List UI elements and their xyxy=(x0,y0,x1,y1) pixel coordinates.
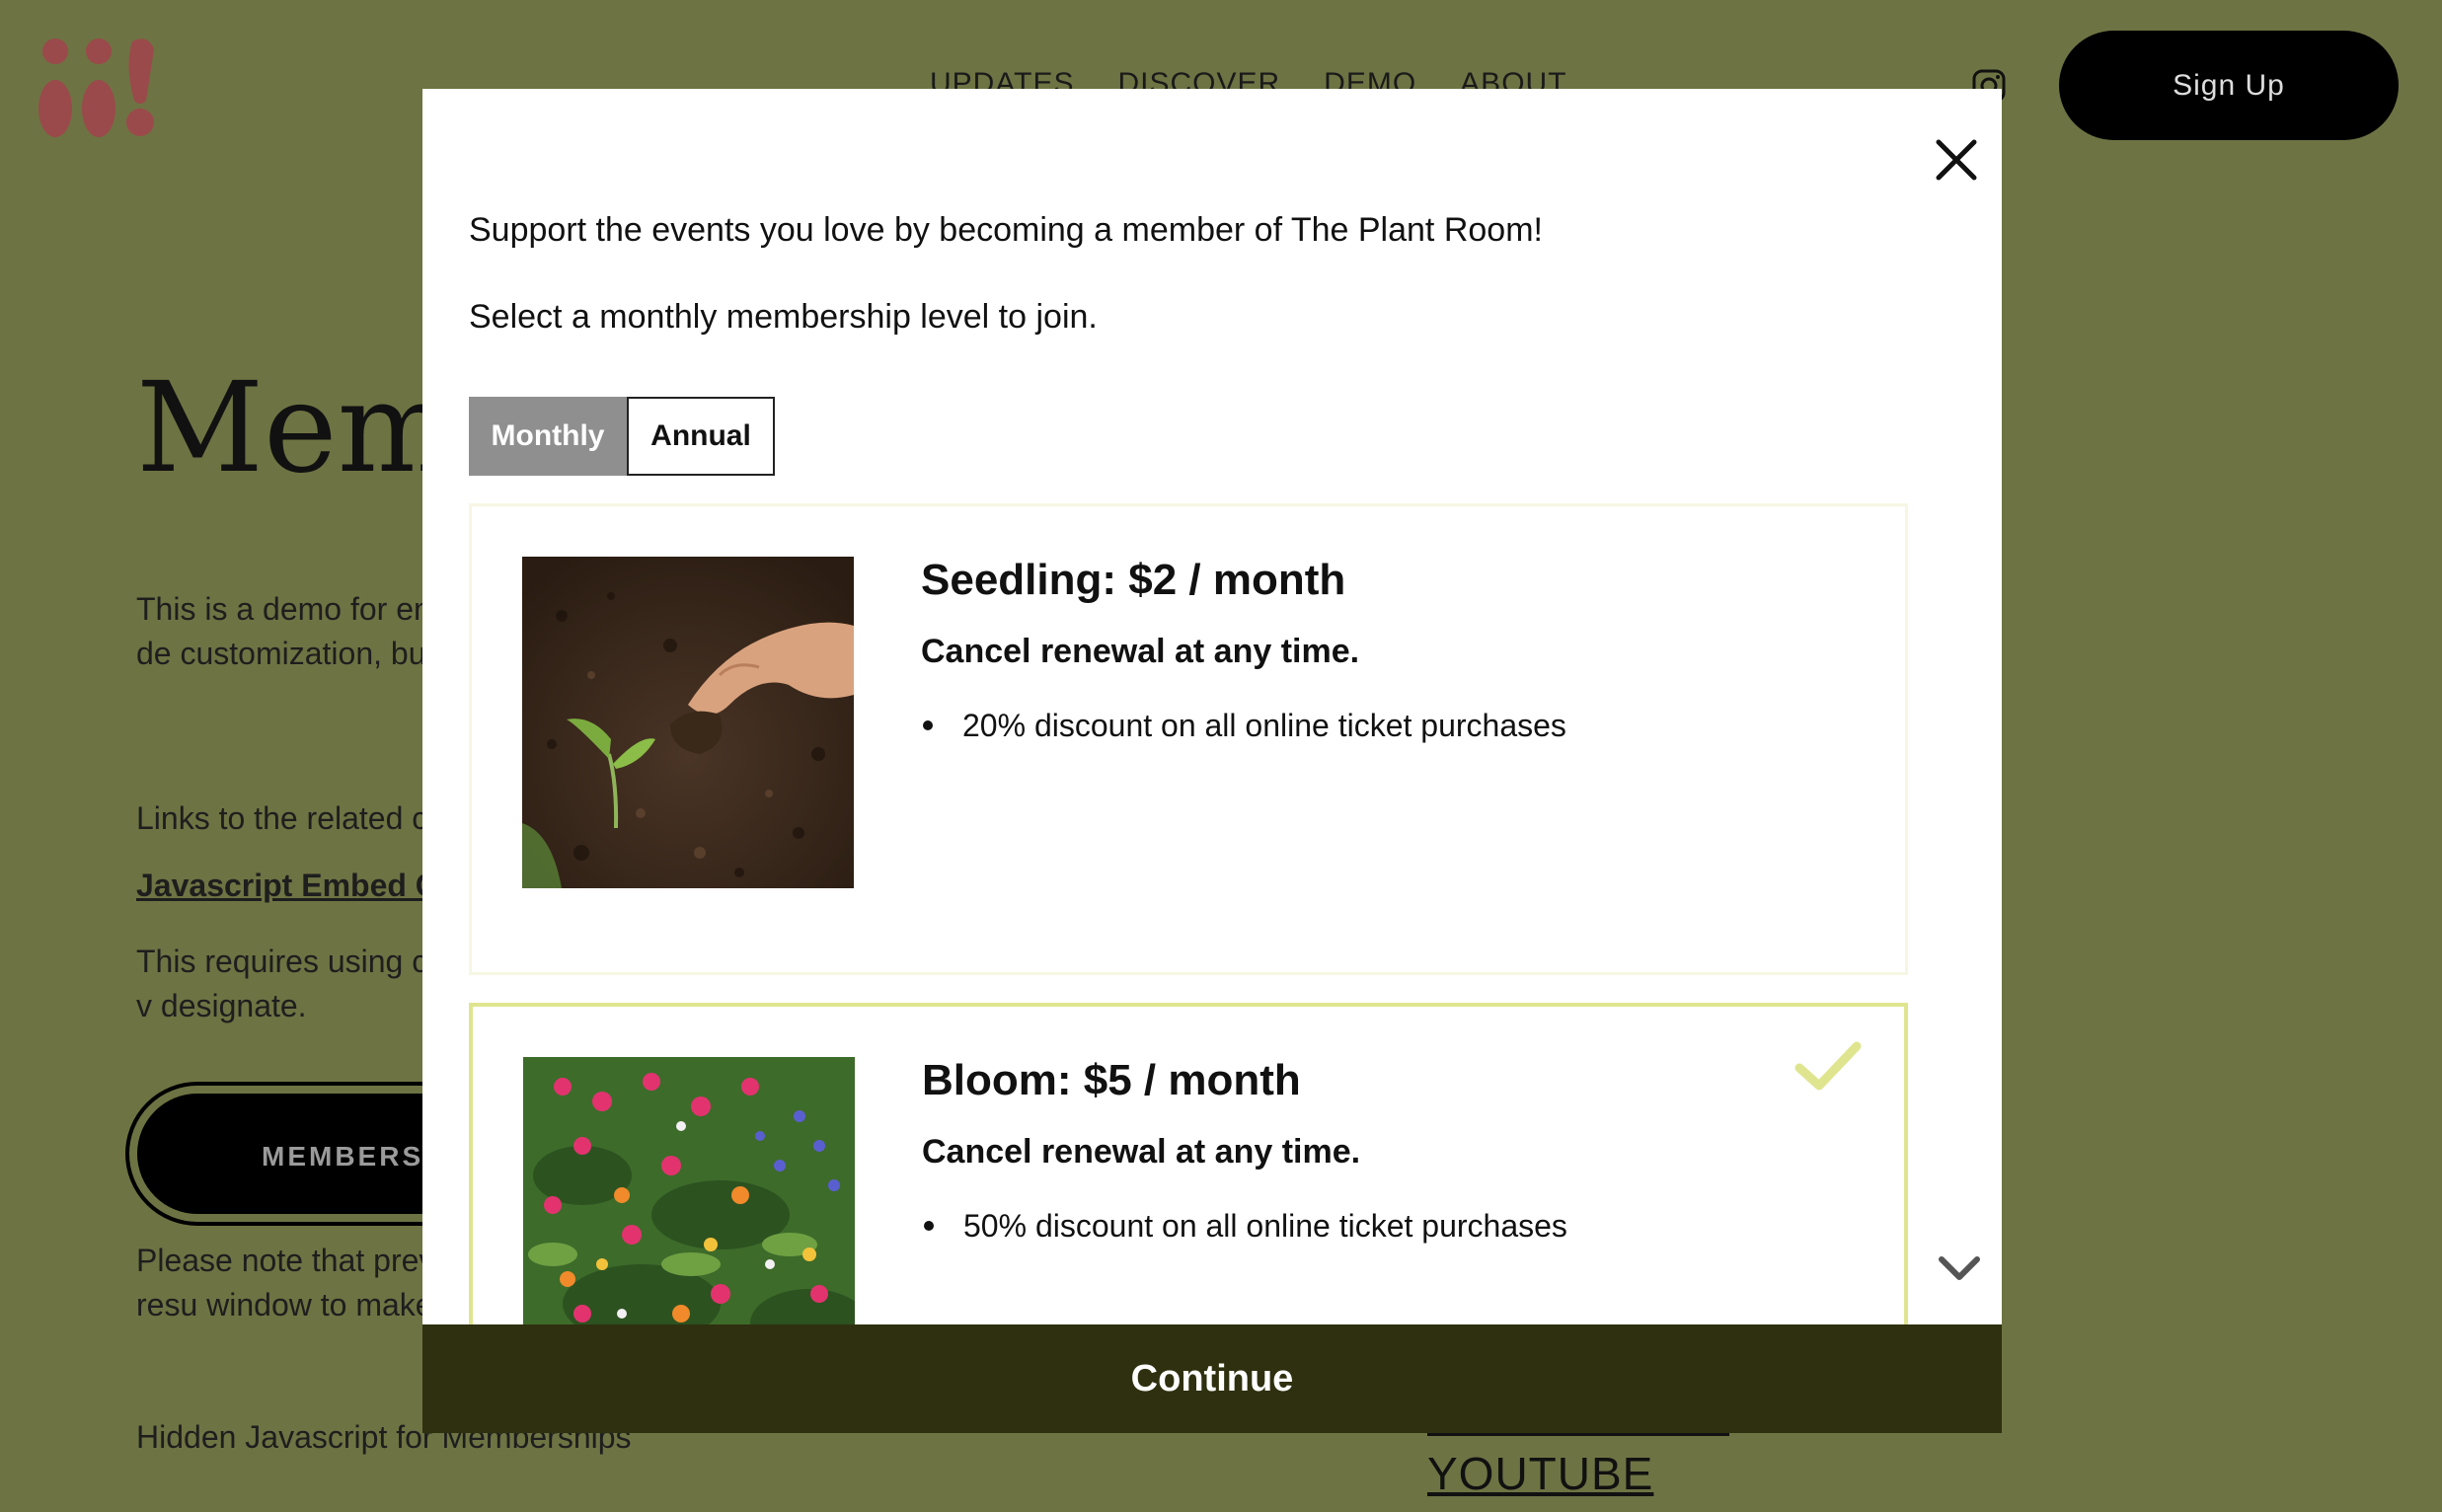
footer-link-underline xyxy=(1427,1433,1729,1436)
chevron-down-icon[interactable] xyxy=(1937,1253,1982,1283)
bullet-icon xyxy=(923,719,933,730)
tier-perk-text: 50% discount on all online ticket purcha… xyxy=(963,1208,1567,1244)
tier-perk: 50% discount on all online ticket purcha… xyxy=(922,1208,1567,1245)
page-title: Mem xyxy=(136,355,456,500)
tier-name: Bloom: $5 / month xyxy=(922,1056,1301,1104)
tier-card-seedling[interactable]: Seedling: $2 / month Cancel renewal at a… xyxy=(469,503,1908,975)
close-icon[interactable] xyxy=(1927,130,1986,189)
monthly-toggle[interactable]: Monthly xyxy=(469,397,627,476)
continue-button[interactable]: Continue xyxy=(422,1324,2002,1433)
tier-perk-text: 20% discount on all online ticket purcha… xyxy=(962,708,1566,743)
billing-toggle: Monthly Annual xyxy=(469,397,775,476)
tier-cancel-note: Cancel renewal at any time. xyxy=(921,633,1360,670)
logo-icon[interactable] xyxy=(38,36,162,138)
signup-button[interactable]: Sign Up xyxy=(2059,31,2399,140)
tier-cancel-note: Cancel renewal at any time. xyxy=(922,1133,1361,1171)
modal-instruction: Select a monthly membership level to joi… xyxy=(469,298,1098,336)
tier-perk: 20% discount on all online ticket purcha… xyxy=(921,708,1566,744)
tier-name: Seedling: $2 / month xyxy=(921,556,1346,604)
youtube-link[interactable]: YOUTUBE xyxy=(1427,1447,1653,1500)
annual-toggle[interactable]: Annual xyxy=(627,397,775,476)
selected-check-icon xyxy=(1794,1041,1862,1091)
bullet-icon xyxy=(924,1220,934,1231)
membership-modal: Support the events you love by becoming … xyxy=(422,89,2002,1433)
seedling-image xyxy=(522,557,854,888)
modal-intro: Support the events you love by becoming … xyxy=(469,211,1543,249)
